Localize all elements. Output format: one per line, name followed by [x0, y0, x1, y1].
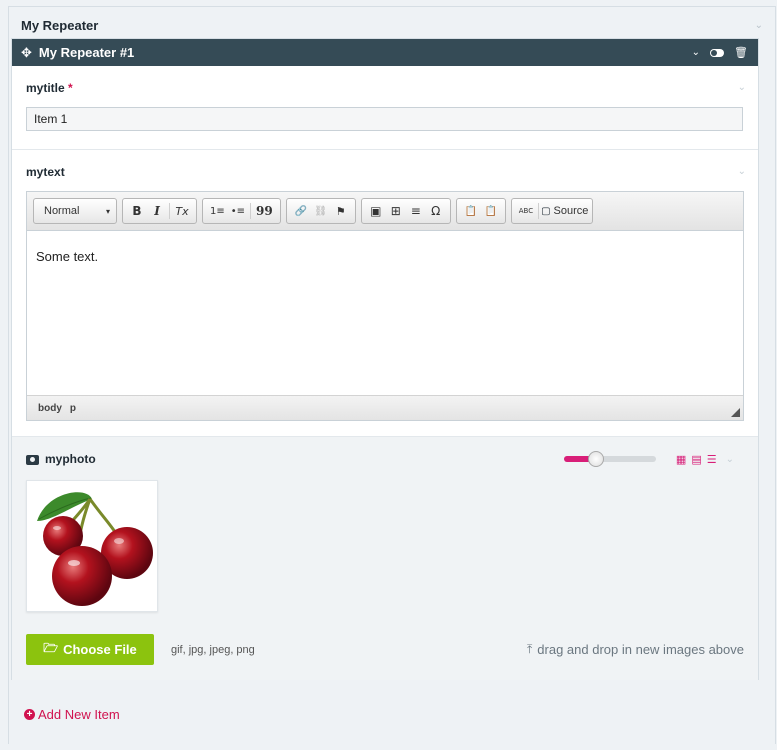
toolbar-group-links: 🔗 ⛓ ⚑ [285, 198, 356, 224]
italic-button[interactable]: I [147, 204, 167, 218]
list-view-icon[interactable]: ☰ [707, 453, 717, 466]
remove-format-button[interactable]: Tx [172, 205, 192, 218]
format-select-value: Normal [44, 205, 80, 217]
thumb-size-slider[interactable] [563, 451, 656, 467]
editor-statusbar: body p [27, 395, 743, 420]
separator [169, 203, 170, 219]
required-marker: * [68, 81, 73, 95]
repeater-item-bar[interactable]: ✥ My Repeater #1 ⌄ 🗑 [12, 39, 758, 66]
spellcheck-button[interactable]: ABC [516, 207, 536, 215]
choose-file-label: Choose File [63, 642, 137, 657]
special-char-button[interactable]: Ω [426, 204, 446, 218]
field-myphoto: myphoto ▦ ▤ ☰ ⌄ 🗁 Choose File gif, jpg, … [12, 437, 758, 680]
source-button[interactable]: Source [554, 205, 589, 217]
source-icon: ▢ [541, 205, 551, 217]
allowed-extensions: gif, jpg, jpeg, png [171, 643, 255, 656]
move-icon[interactable]: ✥ [21, 46, 32, 59]
toolbar-group-source: ABC ▢ Source [510, 198, 594, 224]
mytitle-input[interactable] [26, 107, 743, 131]
toolbar-group-paste: 📋 📋 [455, 198, 506, 224]
mytext-label: mytext [26, 165, 65, 179]
chevron-down-icon[interactable]: ⌄ [738, 82, 746, 93]
chevron-down-icon[interactable]: ⌄ [692, 47, 700, 58]
chevron-down-icon[interactable]: ⌄ [738, 166, 746, 177]
drag-drop-text: drag and drop in new images above [537, 642, 744, 657]
editor-content[interactable]: Some text. [27, 231, 743, 395]
repeater-title: My Repeater [21, 17, 99, 33]
horizontal-rule-button[interactable]: ≡ [406, 204, 426, 218]
repeater-item: ✥ My Repeater #1 ⌄ 🗑 ⌄ mytitle * ⌄ mytex… [11, 38, 759, 680]
editor-toolbar: Normal ▾ B I Tx 1≡ •≡ 99 🔗 ⛓ ⚑ ▣ ⊞ ≡ Ω 📋… [27, 192, 743, 231]
toolbar-group-basic: B I Tx [122, 198, 197, 224]
photo-thumbnail[interactable] [26, 480, 158, 612]
caret-down-icon: ▾ [105, 206, 110, 216]
path-p[interactable]: p [70, 403, 76, 414]
field-mytext: ⌄ mytext Normal ▾ B I Tx 1≡ •≡ 99 🔗 ⛓ ⚑ … [12, 150, 758, 437]
drag-drop-hint: ⤒ drag and drop in new images above [527, 642, 744, 657]
cherries-image [37, 492, 153, 606]
bulleted-list-button[interactable]: •≡ [228, 206, 248, 217]
toolbar-group-insert: ▣ ⊞ ≡ Ω [360, 198, 451, 224]
chevron-down-icon[interactable]: ⌄ [726, 454, 734, 465]
separator [250, 203, 252, 219]
toggle-icon[interactable] [710, 48, 725, 57]
repeater-item-title: My Repeater #1 [38, 45, 135, 60]
folder-open-icon: 🗁 [43, 641, 59, 655]
grid-view-icon[interactable]: ▦ [676, 453, 686, 466]
choose-file-button[interactable]: 🗁 Choose File [26, 634, 154, 665]
chevron-down-icon[interactable]: ⌄ [755, 20, 763, 31]
anchor-button[interactable]: ⚑ [331, 205, 351, 218]
trash-icon[interactable]: 🗑 [734, 46, 748, 59]
mytitle-label: mytitle [26, 81, 65, 95]
table-button[interactable]: ⊞ [386, 204, 406, 218]
paste-word-button[interactable]: 📋 [481, 206, 501, 217]
toolbar-group-lists: 1≡ •≡ 99 [202, 198, 281, 224]
field-label: mytitle * [26, 81, 744, 95]
add-new-item-link[interactable]: + Add New Item [24, 707, 120, 722]
image-button[interactable]: ▣ [366, 204, 386, 218]
upload-icon: ⤒ [526, 642, 533, 656]
left-view-icon[interactable]: ▤ [691, 453, 701, 466]
format-select[interactable]: Normal ▾ [33, 198, 117, 224]
add-new-item-label: Add New Item [38, 707, 120, 722]
blockquote-button[interactable]: 99 [253, 204, 276, 218]
camera-icon [26, 454, 39, 465]
unlink-button[interactable]: ⛓ [311, 206, 331, 217]
myphoto-label: myphoto [45, 452, 96, 466]
plus-circle-icon: + [24, 709, 35, 720]
paste-text-button[interactable]: 📋 [461, 206, 481, 217]
slider-handle[interactable] [588, 451, 605, 467]
field-mytitle: ⌄ mytitle * [12, 66, 758, 150]
numbered-list-button[interactable]: 1≡ [207, 206, 228, 217]
bold-button[interactable]: B [127, 204, 147, 218]
resize-handle-icon[interactable] [731, 408, 740, 417]
rich-text-editor: Normal ▾ B I Tx 1≡ •≡ 99 🔗 ⛓ ⚑ ▣ ⊞ ≡ Ω 📋… [26, 191, 744, 421]
link-button[interactable]: 🔗 [291, 206, 311, 217]
path-body[interactable]: body [38, 403, 62, 414]
separator [538, 203, 540, 219]
